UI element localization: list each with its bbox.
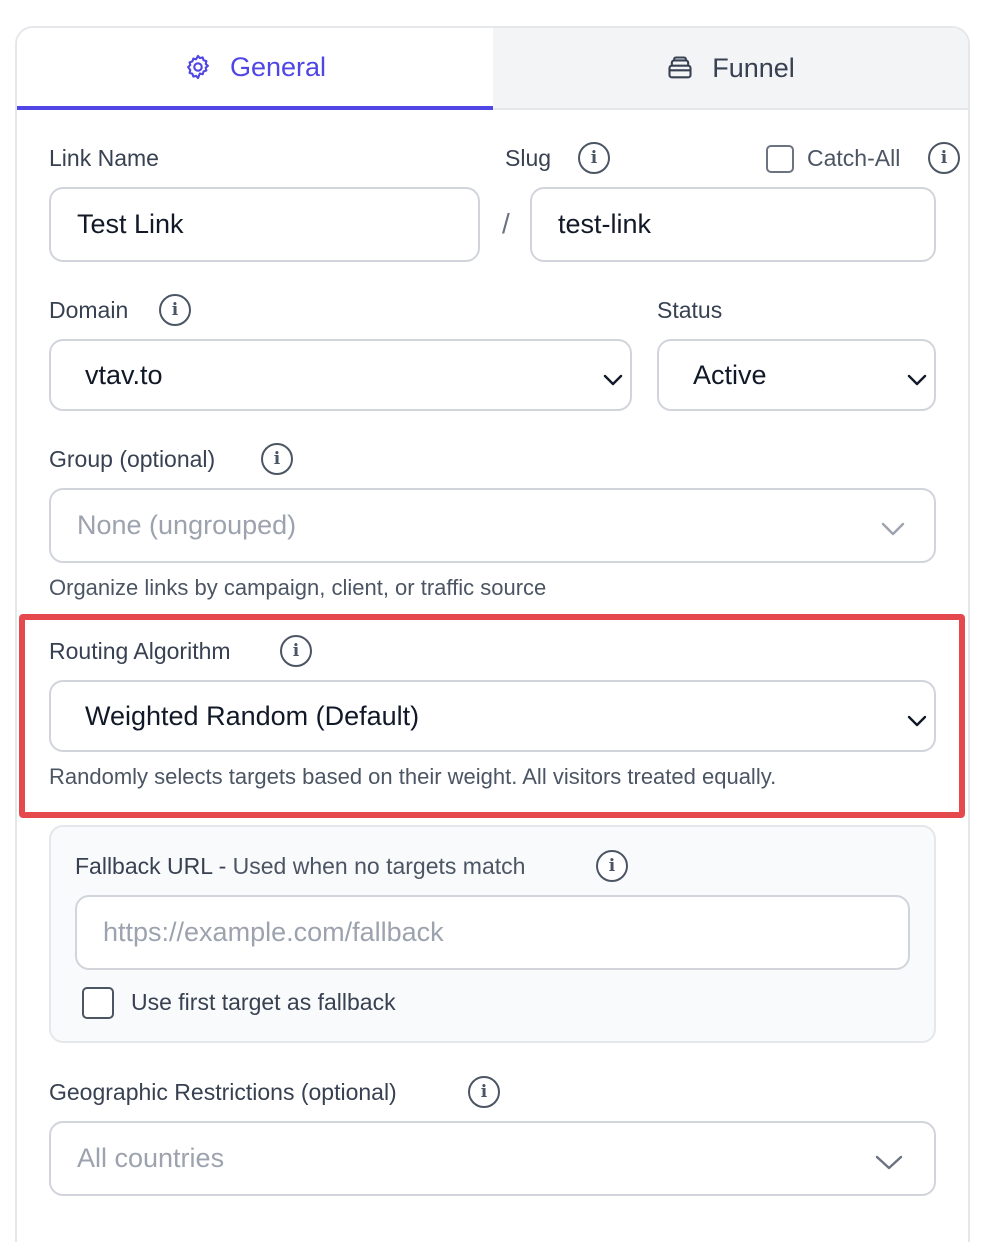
domain-value: vtav.to	[85, 359, 163, 390]
group-placeholder: None (ungrouped)	[77, 510, 297, 540]
routing-info-icon[interactable]: i	[280, 635, 312, 667]
geo-info-icon[interactable]: i	[468, 1076, 500, 1108]
gear-icon	[184, 53, 212, 81]
slug-input[interactable]: test-link	[530, 187, 936, 262]
geo-placeholder: All countries	[77, 1143, 225, 1173]
catch-all-info-icon[interactable]: i	[928, 142, 960, 174]
slug-info-icon[interactable]: i	[578, 142, 610, 174]
fallback-label-main: Fallback URL	[75, 853, 213, 879]
geo-label: Geographic Restrictions (optional)	[49, 1079, 397, 1105]
chevron-down-icon	[906, 365, 928, 396]
fallback-label-separator: -	[212, 853, 233, 879]
chevron-down-icon	[906, 706, 928, 737]
group-select[interactable]: None (ungrouped)	[49, 488, 936, 563]
link-name-input[interactable]: Test Link	[49, 187, 480, 262]
status-select[interactable]: Active	[657, 339, 936, 411]
tab-bar: General Funnel	[17, 28, 968, 110]
domain-info-icon[interactable]: i	[159, 294, 191, 326]
slug-value: test-link	[558, 209, 652, 239]
catch-all-label: Catch-All	[807, 145, 901, 171]
tab-funnel-label: Funnel	[712, 52, 795, 83]
domain-label: Domain	[49, 297, 129, 323]
use-first-target-checkbox[interactable]	[82, 987, 114, 1019]
status-value: Active	[693, 359, 767, 390]
group-info-icon[interactable]: i	[261, 443, 293, 475]
group-label: Group (optional)	[49, 446, 216, 472]
group-help-text: Organize links by campaign, client, or t…	[49, 575, 547, 600]
geo-select[interactable]: All countries	[49, 1121, 936, 1196]
tab-general-label: General	[229, 51, 327, 82]
slug-separator: /	[502, 208, 510, 239]
routing-label: Routing Algorithm	[49, 638, 231, 664]
tab-general[interactable]: General	[17, 28, 493, 110]
fallback-placeholder: https://example.com/fallback	[103, 917, 444, 947]
funnel-icon	[666, 54, 694, 82]
domain-select[interactable]: vtav.to	[49, 339, 632, 411]
chevron-down-icon	[602, 365, 624, 396]
routing-value: Weighted Random (Default)	[85, 700, 420, 731]
routing-algorithm-select[interactable]: Weighted Random (Default)	[49, 680, 936, 752]
tab-funnel[interactable]: Funnel	[493, 28, 968, 110]
fallback-label: Fallback URL - Used when no targets matc…	[75, 853, 525, 880]
use-first-target-label: Use first target as fallback	[131, 989, 396, 1015]
routing-help-text: Randomly selects targets based on their …	[49, 764, 777, 789]
fallback-info-icon[interactable]: i	[596, 850, 628, 882]
status-label: Status	[657, 297, 723, 323]
fallback-label-sub: Used when no targets match	[232, 853, 526, 879]
chevron-down-icon	[880, 515, 906, 546]
chevron-down-icon	[874, 1148, 904, 1179]
link-name-value: Test Link	[77, 209, 184, 239]
slug-label: Slug	[505, 145, 552, 171]
link-name-label: Link Name	[49, 145, 159, 171]
catch-all-checkbox[interactable]	[766, 145, 794, 173]
fallback-url-input[interactable]: https://example.com/fallback	[75, 895, 910, 970]
